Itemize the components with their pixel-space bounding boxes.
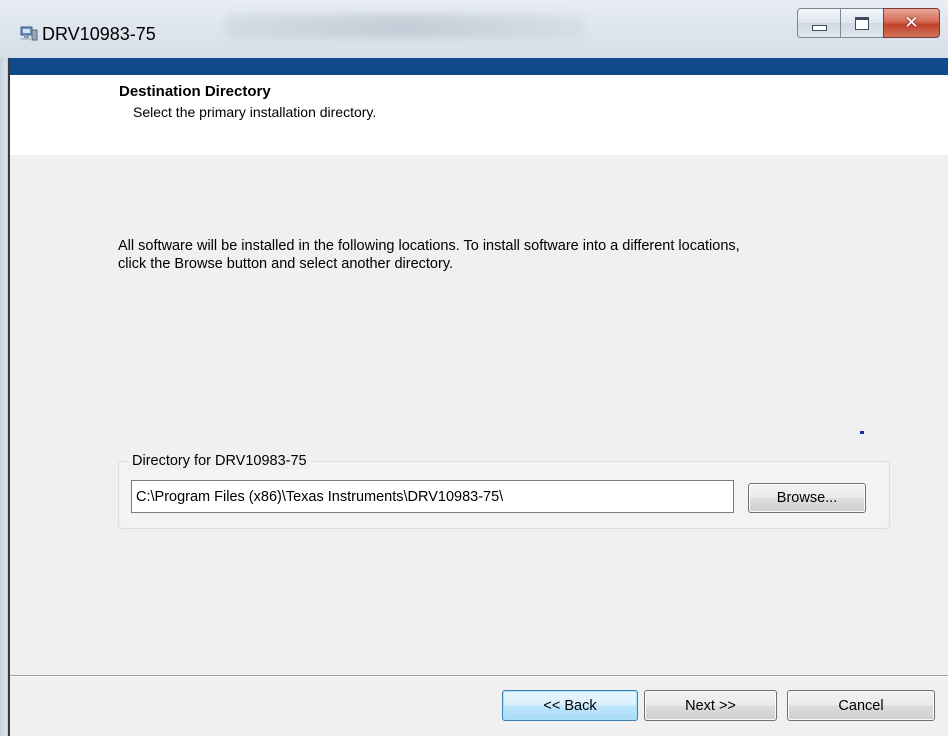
installer-window: DRV10983-75 ✕ Destination Directory Sele… [0,0,948,736]
directory-group-label: Directory for DRV10983-75 [128,453,311,469]
dialog-body: All software will be installed in the fo… [10,155,948,675]
header-subtitle: Select the primary installation director… [133,104,377,120]
title-bar[interactable]: DRV10983-75 ✕ [0,0,948,58]
maximize-button[interactable] [840,8,883,38]
close-icon: ✕ [904,13,919,33]
cancel-button[interactable]: Cancel [787,690,935,721]
back-button[interactable]: << Back [502,690,638,721]
caption-buttons: ✕ [797,8,940,42]
minimize-button[interactable] [797,8,840,38]
directory-path-input[interactable] [131,480,734,513]
dialog-header: Destination Directory Select the primary… [10,75,948,155]
app-icon [20,26,38,41]
header-title: Destination Directory [119,83,271,100]
next-button[interactable]: Next >> [644,690,777,721]
minimize-icon [811,25,827,31]
maximize-icon [855,16,869,30]
stray-pixel-mark [860,431,864,434]
close-button[interactable]: ✕ [883,8,940,38]
browse-button[interactable]: Browse... [748,483,866,513]
title-bar-blur [225,14,585,38]
window-title: DRV10983-75 [42,24,156,44]
header-accent-bar [10,58,948,75]
install-description: All software will be installed in the fo… [118,238,740,272]
